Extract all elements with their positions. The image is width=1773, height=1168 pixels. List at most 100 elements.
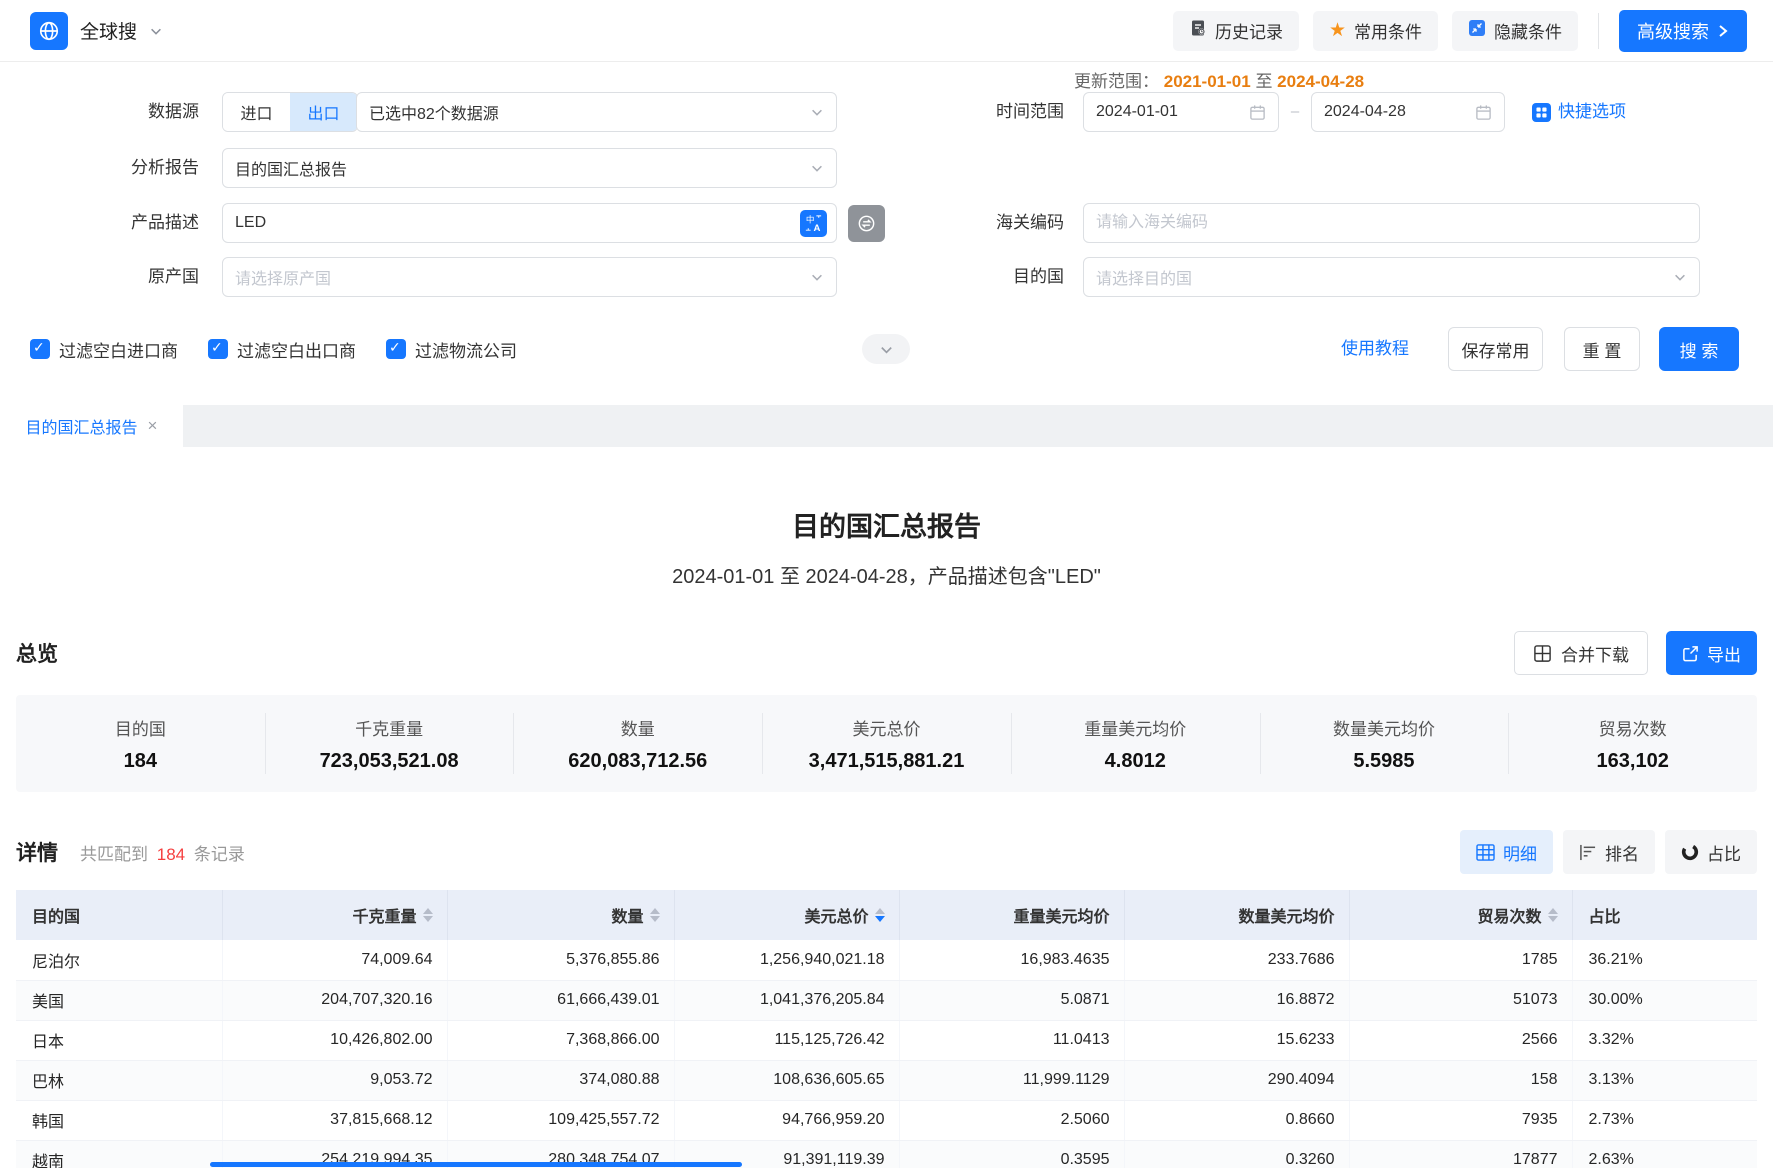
hs-code-input[interactable] (1083, 203, 1700, 243)
view-share-button[interactable]: 占比 (1665, 830, 1757, 874)
cell-destination: 巴林 (16, 1060, 222, 1100)
col-share[interactable]: 占比 (1572, 890, 1757, 940)
translate-icon[interactable]: 中A (800, 210, 827, 237)
close-icon[interactable]: × (148, 416, 158, 436)
sort-icon[interactable] (423, 908, 433, 922)
cell-kg-weight: 9,053.72 (222, 1060, 447, 1100)
save-favorite-button[interactable]: 保存常用 (1448, 327, 1543, 371)
stat-usd-per-qty: 数量美元均价 5.5985 (1260, 695, 1509, 792)
view-rank-button[interactable]: 排名 (1563, 830, 1655, 874)
export-toggle[interactable]: 出口 (290, 93, 357, 131)
search-button[interactable]: 搜 索 (1659, 327, 1739, 371)
collapse-filters-button[interactable] (862, 334, 910, 364)
history-label: 历史记录 (1215, 18, 1283, 43)
date-separator: – (1283, 92, 1307, 132)
cell-destination: 尼泊尔 (16, 940, 222, 980)
col-destination[interactable]: 目的国 (16, 890, 222, 940)
table-icon (1476, 844, 1495, 861)
chevron-down-icon[interactable] (149, 24, 163, 38)
view-rank-label: 排名 (1605, 840, 1639, 865)
overview-actions: 合并下载 导出 (1514, 631, 1757, 675)
import-toggle[interactable]: 进口 (223, 93, 290, 131)
destination-placeholder: 请选择目的国 (1096, 265, 1665, 289)
col-trade-count[interactable]: 贸易次数 (1349, 890, 1572, 940)
update-range-label: 更新范围： (1074, 72, 1159, 91)
data-source-select[interactable]: 已选中82个数据源 (356, 92, 837, 132)
checkbox-label: 过滤物流公司 (415, 337, 517, 362)
stat-label: 目的国 (115, 715, 166, 740)
cell-usd-per-weight: 5.0871 (899, 980, 1124, 1020)
favorites-button[interactable]: ★ 常用条件 (1313, 11, 1438, 51)
cell-usd-total: 1,041,376,205.84 (674, 980, 899, 1020)
stat-value: 5.5985 (1353, 750, 1414, 773)
time-range-label: 时间范围 (914, 92, 1064, 132)
quick-options-label: 快捷选项 (1558, 92, 1626, 132)
checkbox-checked-icon (30, 339, 50, 359)
star-icon: ★ (1329, 21, 1346, 40)
tab-destination-report[interactable]: 目的国汇总报告 × (0, 405, 183, 447)
history-button[interactable]: 历史记录 (1173, 11, 1299, 51)
sort-icon[interactable] (650, 908, 660, 922)
col-usd-per-qty[interactable]: 数量美元均价 (1124, 890, 1349, 940)
table-row: 韩国 37,815,668.12 109,425,557.72 94,766,9… (16, 1100, 1757, 1140)
details-title-group: 详情 共匹配到 184 条记录 (16, 837, 245, 867)
cell-usd-total: 94,766,959.20 (674, 1100, 899, 1140)
match-count: 184 (157, 845, 185, 864)
horizontal-scrollbar[interactable] (210, 1162, 742, 1167)
filter-blank-exporters-checkbox[interactable]: 过滤空白出口商 (208, 337, 356, 362)
cell-usd-per-qty: 15.6233 (1124, 1020, 1349, 1060)
product-desc-input[interactable] (222, 203, 837, 243)
cell-trade-count: 1785 (1349, 940, 1572, 980)
view-detail-button[interactable]: 明细 (1460, 830, 1553, 874)
product-desc-label: 产品描述 (49, 203, 199, 243)
col-label: 贸易次数 (1477, 903, 1541, 927)
advanced-search-button[interactable]: 高级搜索 (1619, 10, 1747, 52)
col-usd-per-weight[interactable]: 重量美元均价 (899, 890, 1124, 940)
brand[interactable]: 全球搜 (30, 12, 163, 50)
reset-button[interactable]: 重 置 (1564, 327, 1640, 371)
cell-usd-per-qty: 16.8872 (1124, 980, 1349, 1020)
cell-usd-total: 1,256,940,021.18 (674, 940, 899, 980)
cell-usd-per-weight: 16,983.4635 (899, 940, 1124, 980)
export-button[interactable]: 导出 (1666, 631, 1757, 675)
stat-value: 723,053,521.08 (320, 750, 459, 773)
cell-kg-weight: 204,707,320.16 (222, 980, 447, 1020)
sort-icon-active[interactable] (875, 908, 885, 922)
report-type-select[interactable]: 目的国汇总报告 (222, 148, 837, 188)
date-to-input[interactable]: 2024-04-28 (1311, 92, 1505, 132)
hide-conditions-label: 隐藏条件 (1494, 18, 1562, 43)
col-quantity[interactable]: 数量 (447, 890, 674, 940)
table-row: 美国 204,707,320.16 61,666,439.01 1,041,37… (16, 980, 1757, 1020)
merge-download-button[interactable]: 合并下载 (1514, 631, 1648, 675)
checkbox-label: 过滤空白进口商 (59, 337, 178, 362)
stat-label: 重量美元均价 (1084, 715, 1186, 740)
filter-logistics-checkbox[interactable]: 过滤物流公司 (386, 337, 517, 362)
bar-chart-icon (1579, 844, 1597, 861)
col-kg-weight[interactable]: 千克重量 (222, 890, 447, 940)
sort-icon[interactable] (1548, 908, 1558, 922)
synonym-expand-button[interactable] (848, 205, 885, 242)
view-detail-label: 明细 (1503, 840, 1537, 865)
quick-options-link[interactable]: 快捷选项 (1532, 92, 1626, 132)
hide-conditions-button[interactable]: 隐藏条件 (1452, 11, 1578, 51)
date-from-input[interactable]: 2024-01-01 (1083, 92, 1279, 132)
checkbox-checked-icon (208, 339, 228, 359)
stat-value: 4.8012 (1105, 750, 1166, 773)
cell-quantity: 109,425,557.72 (447, 1100, 674, 1140)
filter-blank-importers-checkbox[interactable]: 过滤空白进口商 (30, 337, 178, 362)
destination-select[interactable]: 请选择目的国 (1083, 257, 1700, 297)
svg-text:A: A (814, 223, 821, 234)
cell-trade-count: 17877 (1349, 1140, 1572, 1168)
view-toggles: 明细 排名 占比 (1460, 830, 1757, 874)
top-bar-actions: 历史记录 ★ 常用条件 隐藏条件 高级搜索 (1173, 10, 1747, 52)
tutorial-link[interactable]: 使用教程 (1341, 327, 1409, 371)
cell-usd-per-weight: 11,999.1129 (899, 1060, 1124, 1100)
page-subtitle: 2024-01-01 至 2024-04-28，产品描述包含"LED" (0, 560, 1773, 589)
export-label: 导出 (1707, 641, 1741, 666)
details-title: 详情 (16, 837, 58, 867)
origin-country-select[interactable]: 请选择原产国 (222, 257, 837, 297)
cell-quantity: 61,666,439.01 (447, 980, 674, 1020)
col-usd-total[interactable]: 美元总价 (674, 890, 899, 940)
report-type-value: 目的国汇总报告 (235, 156, 802, 180)
cell-quantity: 7,368,866.00 (447, 1020, 674, 1060)
